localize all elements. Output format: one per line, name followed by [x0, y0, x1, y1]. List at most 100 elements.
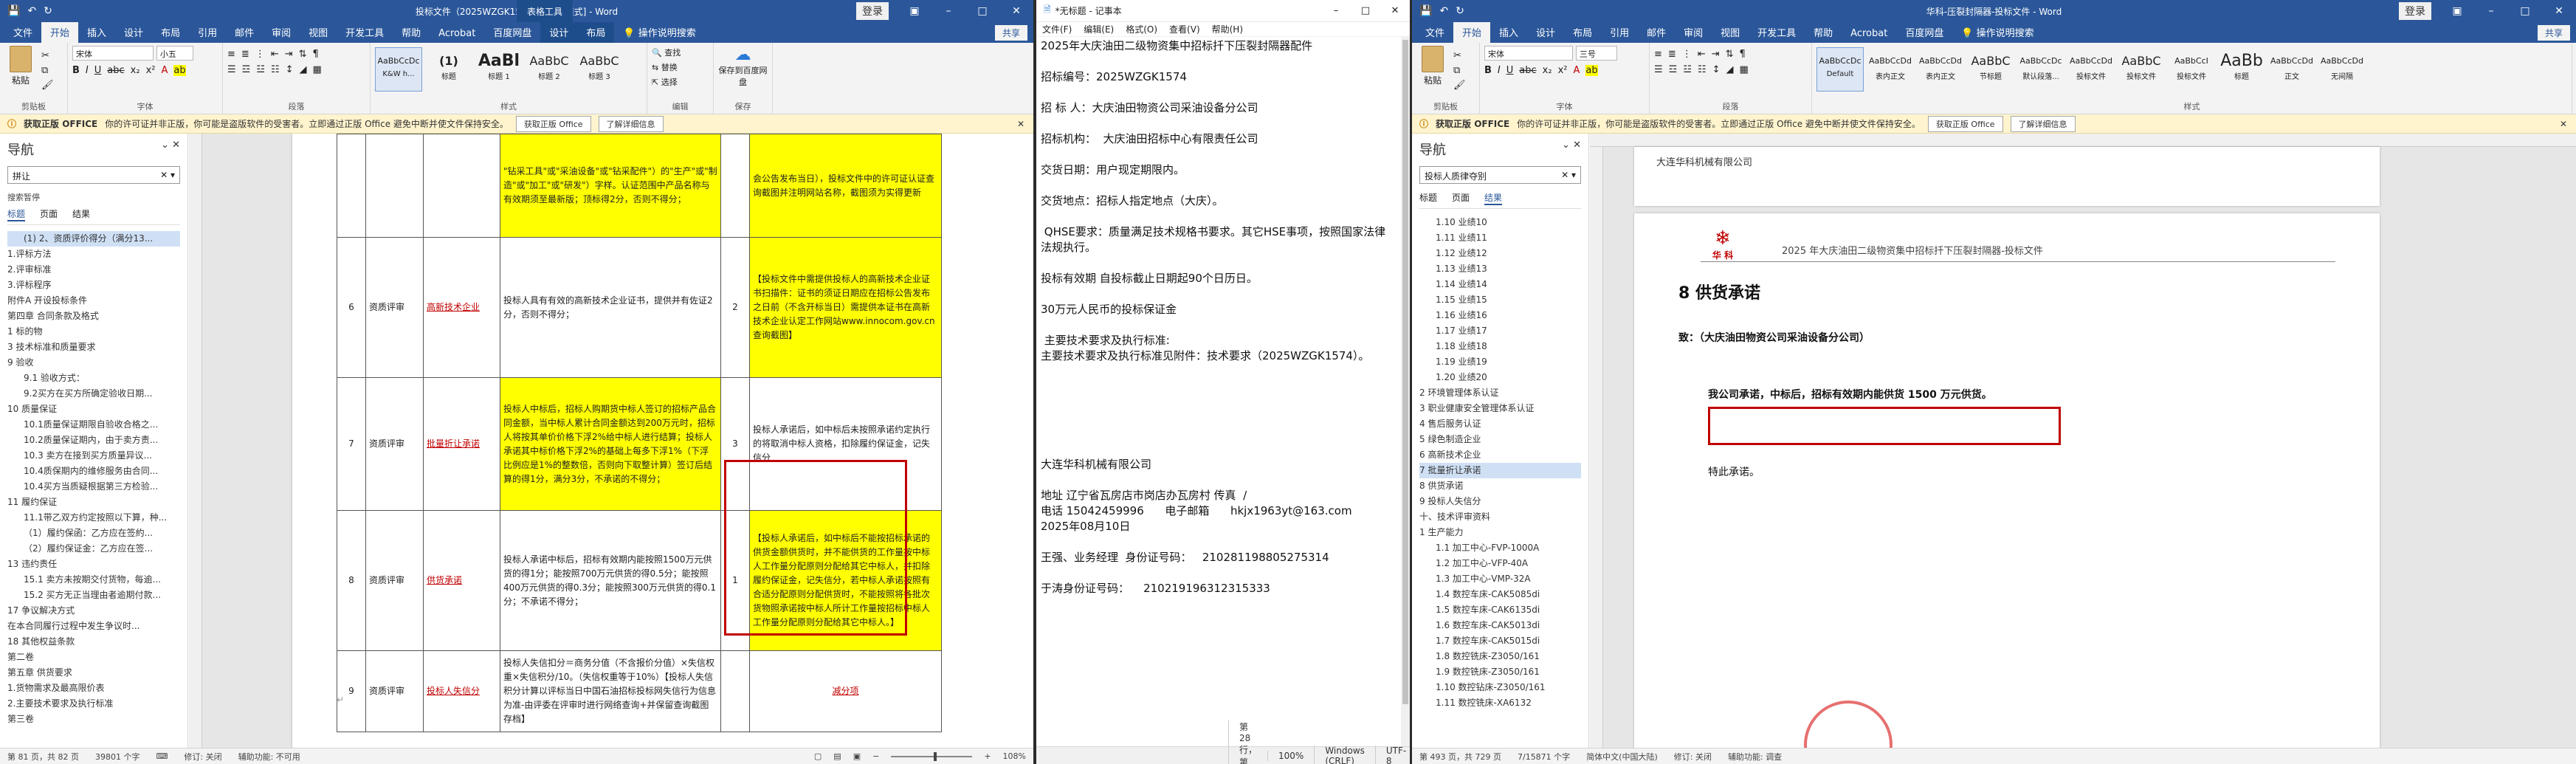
tab-baidu[interactable]: 百度网盘: [484, 21, 540, 43]
style-item[interactable]: AaBbC 投标文件: [2118, 47, 2165, 92]
accessibility-status[interactable]: 辅助功能: 不可用: [238, 751, 300, 763]
decrease-indent-icon[interactable]: ⇤: [1698, 49, 1706, 60]
table-cell-item[interactable]: 批量折让承诺: [423, 377, 500, 511]
learn-more-button[interactable]: 了解详细信息: [598, 115, 664, 132]
table-cell-type[interactable]: 资质评审: [365, 510, 424, 651]
nav-heading-item[interactable]: 18 其他权益条款: [7, 634, 180, 650]
nav-tab-pages[interactable]: 页面: [1452, 191, 1470, 205]
nav-heading-item[interactable]: 4 售后服务认证: [1419, 416, 1581, 432]
tab-references[interactable]: 引用: [1601, 21, 1638, 43]
style-item[interactable]: AaBbCcDd 表内正文: [1917, 47, 1964, 92]
underline-button[interactable]: U: [94, 65, 102, 76]
focus-icon[interactable]: ▢: [814, 751, 822, 761]
tab-view[interactable]: 视图: [1712, 21, 1749, 43]
nav-heading-item[interactable]: 15.1 卖方未按期交付货物，每逾...: [7, 572, 180, 588]
zoom-out-icon[interactable]: −: [872, 751, 879, 761]
increase-indent-icon[interactable]: ⇥: [285, 49, 293, 60]
menu-help[interactable]: 帮助(H): [1212, 23, 1243, 35]
tab-developer[interactable]: 开发工具: [1749, 21, 1805, 43]
ribbon-options-icon[interactable]: ▣: [898, 5, 931, 17]
nav-heading-item[interactable]: 1 生产能力: [1419, 525, 1581, 540]
nav-search-input[interactable]: 投标人质律夺别 ✕ ▾: [1419, 166, 1581, 184]
style-item[interactable]: AaBbC 标题 2: [526, 47, 573, 92]
table-cell-item[interactable]: [423, 134, 500, 238]
nav-heading-item[interactable]: 1.6 数控车床-CAK5013di: [1419, 618, 1581, 633]
nav-heading-item[interactable]: (1) 2、资质评价得分（满分13...: [7, 231, 180, 247]
nav-heading-item[interactable]: 1.10 业绩10: [1419, 215, 1581, 230]
learn-more-button[interactable]: 了解详细信息: [2010, 115, 2076, 132]
nav-heading-item[interactable]: 1.货物需求及最高限价表: [7, 681, 180, 696]
tab-design[interactable]: 设计: [1527, 21, 1564, 43]
tab-mailings[interactable]: 邮件: [1638, 21, 1675, 43]
word-count[interactable]: 39801 个字: [95, 751, 140, 763]
highlight-icon[interactable]: ab: [1585, 65, 1598, 76]
tab-developer[interactable]: 开发工具: [337, 21, 393, 43]
underline-button[interactable]: U: [1506, 65, 1514, 76]
tab-help[interactable]: 帮助: [1805, 21, 1842, 43]
align-left-icon[interactable]: ☰: [227, 64, 236, 75]
nav-heading-item[interactable]: 1.5 数控车床-CAK6135di: [1419, 602, 1581, 618]
nav-tab-results[interactable]: 结果: [1484, 191, 1503, 205]
nav-heading-item[interactable]: 1.20 业绩20: [1419, 370, 1581, 385]
font-name-input[interactable]: 宋体: [1484, 46, 1573, 61]
cut-icon[interactable]: ✂: [41, 49, 54, 63]
table-cell-remark[interactable]: 会公告发布当日），投标文件中的许可证认证查询截图并注明网站名称，截图须为实得更新: [749, 134, 942, 238]
nav-heading-item[interactable]: 1.17 业绩17: [1419, 323, 1581, 339]
tab-view[interactable]: 视图: [300, 21, 337, 43]
increase-indent-icon[interactable]: ⇥: [1712, 49, 1720, 60]
tab-table-layout[interactable]: 布局: [577, 21, 615, 43]
style-item[interactable]: AaBbCcDc 默认段落...: [2017, 47, 2064, 92]
nav-heading-item[interactable]: 十、技术评审资料: [1419, 509, 1581, 525]
nav-heading-item[interactable]: 1.14 业绩14: [1419, 277, 1581, 292]
tab-tell-me[interactable]: 💡 操作说明搜索: [614, 21, 704, 43]
chevron-down-icon[interactable]: ⌄: [1562, 140, 1570, 151]
nav-heading-item[interactable]: 1.1 加工中心-FVP-1000A: [1419, 540, 1581, 556]
nav-heading-item[interactable]: 3.评标程序: [7, 278, 180, 293]
tab-acrobat[interactable]: Acrobat: [1842, 24, 1896, 43]
close-button[interactable]: ✕: [1380, 0, 1410, 22]
align-center-icon[interactable]: ☲: [242, 64, 251, 75]
language-status[interactable]: 简体中文(中国大陆): [1586, 751, 1658, 763]
line-spacing-icon[interactable]: ↕: [286, 64, 294, 75]
table-cell-type[interactable]: 资质评审: [365, 377, 424, 511]
nav-heading-item[interactable]: 1.12 业绩12: [1419, 246, 1581, 261]
tab-acrobat[interactable]: Acrobat: [430, 24, 484, 43]
nav-heading-item[interactable]: 附件A 开设投标条件: [7, 293, 180, 309]
nav-heading-item[interactable]: 1.15 业绩15: [1419, 292, 1581, 308]
nav-tab-headings[interactable]: 标题: [1419, 191, 1437, 205]
justify-icon[interactable]: ☷: [271, 64, 280, 75]
page-count[interactable]: 第 493 页，共 729 页: [1419, 751, 1501, 763]
zoom-in-icon[interactable]: +: [984, 751, 991, 761]
nav-heading-item[interactable]: 1.8 数控铣床-Z3050/161: [1419, 649, 1581, 664]
paste-button[interactable]: 粘贴: [4, 46, 37, 86]
nav-heading-item[interactable]: 第二卷: [7, 650, 180, 665]
nav-heading-item[interactable]: 9 验收: [7, 355, 180, 371]
style-item[interactable]: AaBbCcI 投标文件: [2168, 47, 2215, 92]
style-item[interactable]: AaBbCcDc Default: [1816, 47, 1864, 92]
borders-icon[interactable]: ▦: [313, 64, 322, 75]
tab-help[interactable]: 帮助: [393, 21, 430, 43]
paste-button[interactable]: 粘贴: [1416, 46, 1449, 86]
word-count[interactable]: 7/15871 个字: [1518, 751, 1570, 763]
nav-heading-item[interactable]: 6 高新技术企业: [1419, 447, 1581, 463]
table-cell-content[interactable]: 投标人具有有效的高新技术企业证书，提供并有佐证2分，否则不得分；: [500, 237, 721, 378]
table-cell-score[interactable]: [720, 134, 750, 238]
tab-references[interactable]: 引用: [189, 21, 226, 43]
get-office-button[interactable]: 获取正版 Office: [515, 115, 591, 132]
save-icon[interactable]: 💾: [7, 5, 20, 17]
close-icon[interactable]: ✕: [1573, 140, 1581, 151]
save-to-baidu-button[interactable]: ☁ 保存到百度网盘: [718, 46, 768, 88]
maximize-button[interactable]: □: [965, 5, 999, 17]
nav-heading-item[interactable]: （1）履约保函：乙方应在签約...: [7, 526, 180, 541]
tab-layout[interactable]: 布局: [1564, 21, 1601, 43]
tab-home[interactable]: 开始: [1453, 21, 1491, 43]
show-marks-icon[interactable]: ¶: [1740, 49, 1746, 60]
nav-heading-item[interactable]: 10.4质保期内的维修服务由合同...: [7, 464, 180, 479]
nav-heading-item[interactable]: 第四章 合同条款及格式: [7, 309, 180, 324]
nav-heading-item[interactable]: 10.1质量保证期限自验收合格之...: [7, 417, 180, 433]
table-cell-content[interactable]: "钻采工具"或"采油设备"或"钻采配件"）的"生产"或"制造"或"加工"或"研发…: [500, 134, 721, 238]
font-size-input[interactable]: 三号: [1575, 46, 1617, 61]
show-marks-icon[interactable]: ¶: [313, 49, 319, 60]
nav-heading-item[interactable]: 17 争议解决方式: [7, 603, 180, 619]
nav-heading-item[interactable]: 10 质量保证: [7, 402, 180, 417]
